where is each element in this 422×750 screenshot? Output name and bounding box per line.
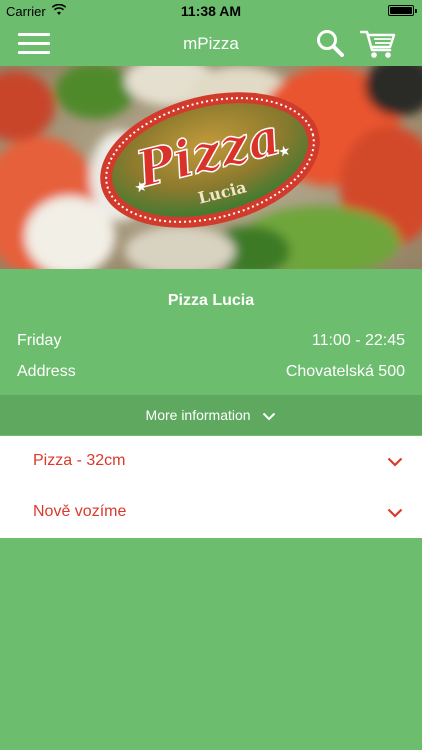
battery-icon [388,5,417,16]
category-label: Pizza - 32cm [33,452,126,469]
category-label: Nově vozíme [33,503,127,520]
restaurant-banner-image: Pizza Lucia ★ ★ [0,66,422,269]
chevron-down-icon [387,508,403,518]
category-item-pizza[interactable]: Pizza - 32cm [0,436,422,487]
more-information-button[interactable]: More information [0,395,422,435]
hours-value: 11:00 - 22:45 [311,332,405,349]
category-list: Pizza - 32cm Nově vozíme [0,436,422,538]
chevron-down-icon [263,412,276,421]
status-bar: Carrier 11:38 AM [0,0,422,22]
category-item-nove-vozime[interactable]: Nově vozíme [0,487,422,538]
hours-day-label: Friday [17,332,62,349]
app-title: mPizza [183,34,239,53]
restaurant-info: Pizza Lucia Friday 11:00 - 22:45 Address… [0,269,422,395]
navigation-bar: mPizza [0,22,422,66]
chevron-down-icon [387,457,403,467]
search-icon[interactable] [315,28,345,58]
address-label: Address [17,363,76,380]
restaurant-name: Pizza Lucia [167,292,255,309]
address-value: Chovatelská 500 [285,363,405,380]
shopping-cart-icon[interactable] [360,28,396,60]
more-information-label: More information [145,407,251,423]
status-time: 11:38 AM [180,3,242,19]
